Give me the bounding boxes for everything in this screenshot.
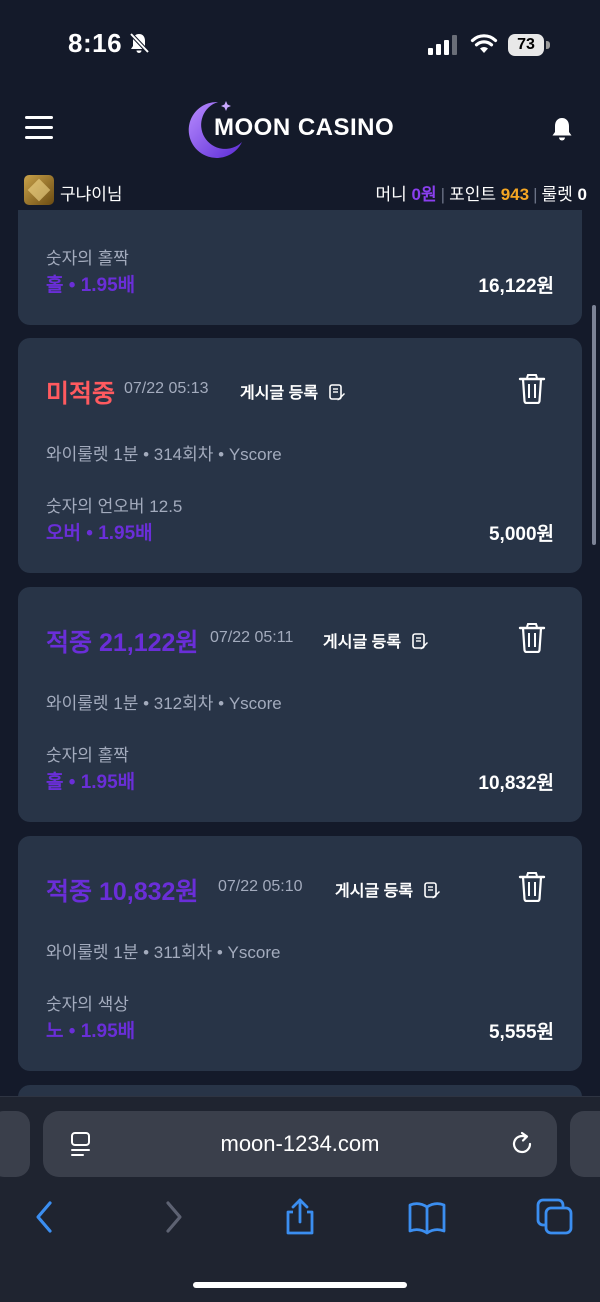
bet-amount: 5,555원 [488,1022,554,1043]
bet-card [18,1085,582,1096]
notification-bell-icon[interactable] [550,116,574,142]
bet-market: 숫자의 홀짝 [46,746,129,765]
edit-document-icon [411,633,428,650]
wifi-icon [470,34,498,53]
bet-date: 07/22 05:11 [210,629,294,646]
bet-date: 07/22 05:13 [124,380,209,397]
post-article-label: 게시글 등록 [335,883,414,900]
bet-result: 미적중 [46,380,116,408]
moon-casino-logo[interactable]: MOON CASINO [184,96,424,160]
bet-market: 숫자의 홀짝 [46,249,129,268]
money-value: 0원 [411,185,437,204]
url-text: moon-1234.com [220,1131,380,1156]
bet-card: 적중 21,122원 07/22 05:11 게시글 등록 와이룰렛 1분 • … [18,587,582,822]
bet-pick: 홀 • 1.95배 [46,772,136,793]
username[interactable]: 구냐이님 [60,180,123,205]
bet-history-list[interactable]: 숫자의 홀짝 홀 • 1.95배 16,122원 미적중 07/22 05:13… [0,210,600,1096]
point-value: 943 [500,185,530,204]
trash-icon[interactable] [518,623,546,653]
bet-market: 숫자의 언오버 12.5 [46,497,183,516]
logo-text: MOON CASINO [214,114,395,141]
post-article-button[interactable]: 게시글 등록 [335,877,440,901]
status-bar: 8:16 73 [0,0,600,90]
battery-icon: 73 [508,34,550,56]
post-article-button[interactable]: 게시글 등록 [323,628,428,652]
bet-card: 적중 10,832원 07/22 05:10 게시글 등록 와이룰렛 1분 • … [18,836,582,1071]
forward-icon[interactable] [154,1197,194,1237]
bet-pick: 오버 • 1.95배 [46,523,153,544]
battery-level: 73 [508,34,544,56]
post-article-label: 게시글 등록 [323,634,402,651]
bet-pick: 홀 • 1.95배 [46,275,136,296]
user-avatar[interactable] [24,175,54,205]
point-label: 포인트 [449,185,496,204]
bet-date: 07/22 05:10 [218,878,303,895]
back-icon[interactable] [24,1197,64,1237]
address-bar[interactable]: moon-1234.com [43,1111,557,1177]
reload-icon[interactable] [509,1131,535,1157]
bet-pick: 노 • 1.95배 [46,1021,136,1042]
bet-amount: 10,832원 [478,773,554,794]
trash-icon[interactable] [518,374,546,404]
tabs-icon[interactable] [535,1197,575,1237]
bet-game-info: 와이룰렛 1분 • 314회차 • Yscore [46,445,282,464]
next-tab[interactable] [570,1111,600,1177]
bet-card: 숫자의 홀짝 홀 • 1.95배 16,122원 [18,210,582,325]
bet-game-info: 와이룰렛 1분 • 311회차 • Yscore [46,943,281,962]
previous-tab[interactable] [0,1111,30,1177]
status-time: 8:16 [68,28,123,58]
bookmarks-icon[interactable] [407,1197,447,1237]
bet-amount: 16,122원 [478,276,554,297]
money-label: 머니 [375,185,407,204]
bell-off-icon [129,32,150,54]
user-info-bar: 구냐이님 머니 0원 | 포인트 943 | 룰렛 0 [0,170,600,210]
roulette-label: 룰렛 [541,185,573,204]
bet-card: 미적중 07/22 05:13 게시글 등록 와이룰렛 1분 • 314회차 •… [18,338,582,573]
balance-summary: 머니 0원 | 포인트 943 | 룰렛 0 [375,185,587,204]
edit-document-icon [328,384,345,401]
hamburger-menu-icon[interactable] [25,116,53,140]
edit-document-icon [423,882,440,899]
share-icon[interactable] [280,1197,320,1237]
home-indicator[interactable] [193,1282,407,1288]
browser-toolbar: moon-1234.com [0,1096,600,1302]
bet-result: 적중 10,832원 [46,878,199,906]
post-article-button[interactable]: 게시글 등록 [240,379,345,403]
roulette-value: 0 [577,185,587,204]
bet-amount: 5,000원 [488,524,554,545]
bet-result: 적중 21,122원 [46,629,199,657]
cellular-signal-icon [428,35,457,55]
trash-icon[interactable] [518,872,546,902]
bet-game-info: 와이룰렛 1분 • 312회차 • Yscore [46,694,282,713]
page-scrollbar[interactable] [592,305,596,545]
bet-market: 숫자의 색상 [46,995,129,1014]
post-article-label: 게시글 등록 [240,385,319,402]
